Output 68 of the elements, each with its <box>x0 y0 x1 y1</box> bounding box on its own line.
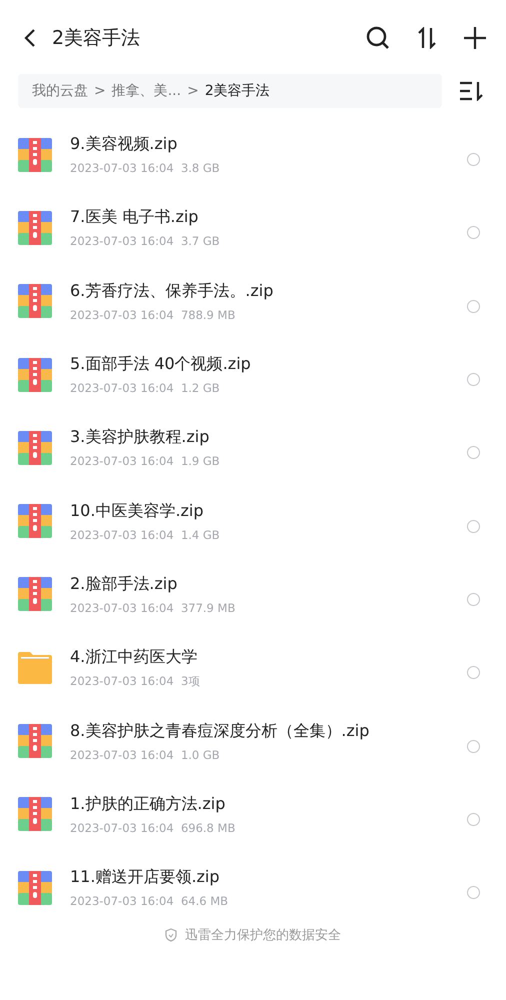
zip-archive-icon <box>18 577 52 612</box>
file-row[interactable]: 5.面部手法 40个视频.zip 2023-07-03 16:04 1.2 GB <box>0 338 506 412</box>
file-row[interactable]: 4.浙江中药医大学 2023-07-03 16:04 3项 <box>0 631 506 704</box>
select-radio[interactable] <box>467 812 480 826</box>
file-row[interactable]: 3.美容护肤教程.zip 2023-07-03 16:04 1.9 GB <box>0 411 506 484</box>
folder-title: 2美容手法 <box>52 26 142 51</box>
select-radio[interactable] <box>467 300 480 313</box>
file-meta: 2023-07-03 16:04 3.7 GB <box>70 234 221 248</box>
select-radio[interactable] <box>467 520 480 533</box>
select-radio[interactable] <box>467 226 480 240</box>
breadcrumb-link[interactable]: 2美容手法 <box>204 82 270 100</box>
file-meta: 2023-07-03 16:04 696.8 MB <box>70 820 236 835</box>
shield-icon <box>165 928 177 942</box>
file-meta: 2023-07-03 16:04 3项 <box>70 674 202 689</box>
file-name: 3.美容护肤教程.zip <box>70 427 210 448</box>
select-radio[interactable] <box>467 153 480 166</box>
file-name: 9.美容视频.zip <box>70 134 178 156</box>
file-name: 2.脸部手法.zip <box>70 574 178 595</box>
add-button[interactable] <box>464 27 486 49</box>
select-radio[interactable] <box>467 446 480 460</box>
file-meta: 2023-07-03 16:04 1.2 GB <box>70 381 221 396</box>
file-name: 5.面部手法 40个视频.zip <box>70 354 252 376</box>
file-name: 11.赠送开店要领.zip <box>70 867 221 888</box>
breadcrumb-link[interactable]: 我的云盘 <box>32 82 88 100</box>
zip-archive-icon <box>18 210 52 245</box>
file-row[interactable]: 2.脸部手法.zip 2023-07-03 16:04 377.9 MB <box>0 558 506 632</box>
select-radio[interactable] <box>467 592 480 606</box>
zip-archive-icon <box>18 358 52 392</box>
file-name: 10.中医美容学.zip <box>70 500 205 522</box>
file-row[interactable]: 6.芳香疗法、保养手法。.zip 2023-07-03 16:04 788.9 MB <box>0 264 506 338</box>
select-radio[interactable] <box>467 740 480 753</box>
file-name: 4.浙江中药医大学 <box>70 646 198 668</box>
breadcrumb-separator: > <box>187 83 199 99</box>
zip-archive-icon <box>18 430 52 465</box>
zip-archive-icon <box>18 504 52 538</box>
file-meta: 2023-07-03 16:04 3.8 GB <box>70 161 221 176</box>
transfer-button[interactable] <box>416 27 438 49</box>
breadcrumb-separator: > <box>94 83 106 99</box>
file-name: 1.护肤的正确方法.zip <box>70 794 226 815</box>
file-row[interactable]: 9.美容视频.zip 2023-07-03 16:04 3.8 GB <box>0 118 506 192</box>
file-meta: 2023-07-03 16:04 1.0 GB <box>70 748 221 762</box>
folder-icon <box>18 652 52 684</box>
file-meta: 2023-07-03 16:04 1.4 GB <box>70 528 221 542</box>
select-radio[interactable] <box>467 666 480 680</box>
file-name: 7.医美 电子书.zip <box>70 207 200 228</box>
file-meta: 2023-07-03 16:04 1.9 GB <box>70 454 221 468</box>
file-meta: 2023-07-03 16:04 377.9 MB <box>70 600 236 615</box>
select-radio[interactable] <box>467 886 480 900</box>
file-name: 6.芳香疗法、保养手法。.zip <box>70 280 274 302</box>
file-row[interactable]: 8.美容护肤之青春痘深度分析（全集）.zip 2023-07-03 16:04 1.0 GB <box>0 704 506 778</box>
zip-archive-icon <box>18 724 52 758</box>
breadcrumb-link[interactable]: 推拿、美... <box>112 82 182 100</box>
zip-archive-icon <box>18 797 52 832</box>
file-row[interactable]: 1.护肤的正确方法.zip 2023-07-03 16:04 696.8 MB <box>0 778 506 851</box>
file-row[interactable]: 10.中医美容学.zip 2023-07-03 16:04 1.4 GB <box>0 484 506 558</box>
back-button[interactable] <box>24 28 36 48</box>
zip-archive-icon <box>18 138 52 172</box>
select-radio[interactable] <box>467 373 480 386</box>
zip-archive-icon <box>18 870 52 905</box>
sort-button[interactable] <box>460 81 484 101</box>
file-row[interactable]: 11.赠送开店要领.zip 2023-07-03 16:04 64.6 MB <box>0 850 506 924</box>
security-notice: 迅雷全力保护您的数据安全 <box>185 927 341 944</box>
file-name: 8.美容护肤之青春痘深度分析（全集）.zip <box>70 720 370 742</box>
file-row[interactable]: 7.医美 电子书.zip 2023-07-03 16:04 3.7 GB <box>0 191 506 265</box>
zip-archive-icon <box>18 284 52 318</box>
file-meta: 2023-07-03 16:04 64.6 MB <box>70 894 230 908</box>
file-meta: 2023-07-03 16:04 788.9 MB <box>70 308 236 322</box>
search-button[interactable] <box>366 26 390 50</box>
